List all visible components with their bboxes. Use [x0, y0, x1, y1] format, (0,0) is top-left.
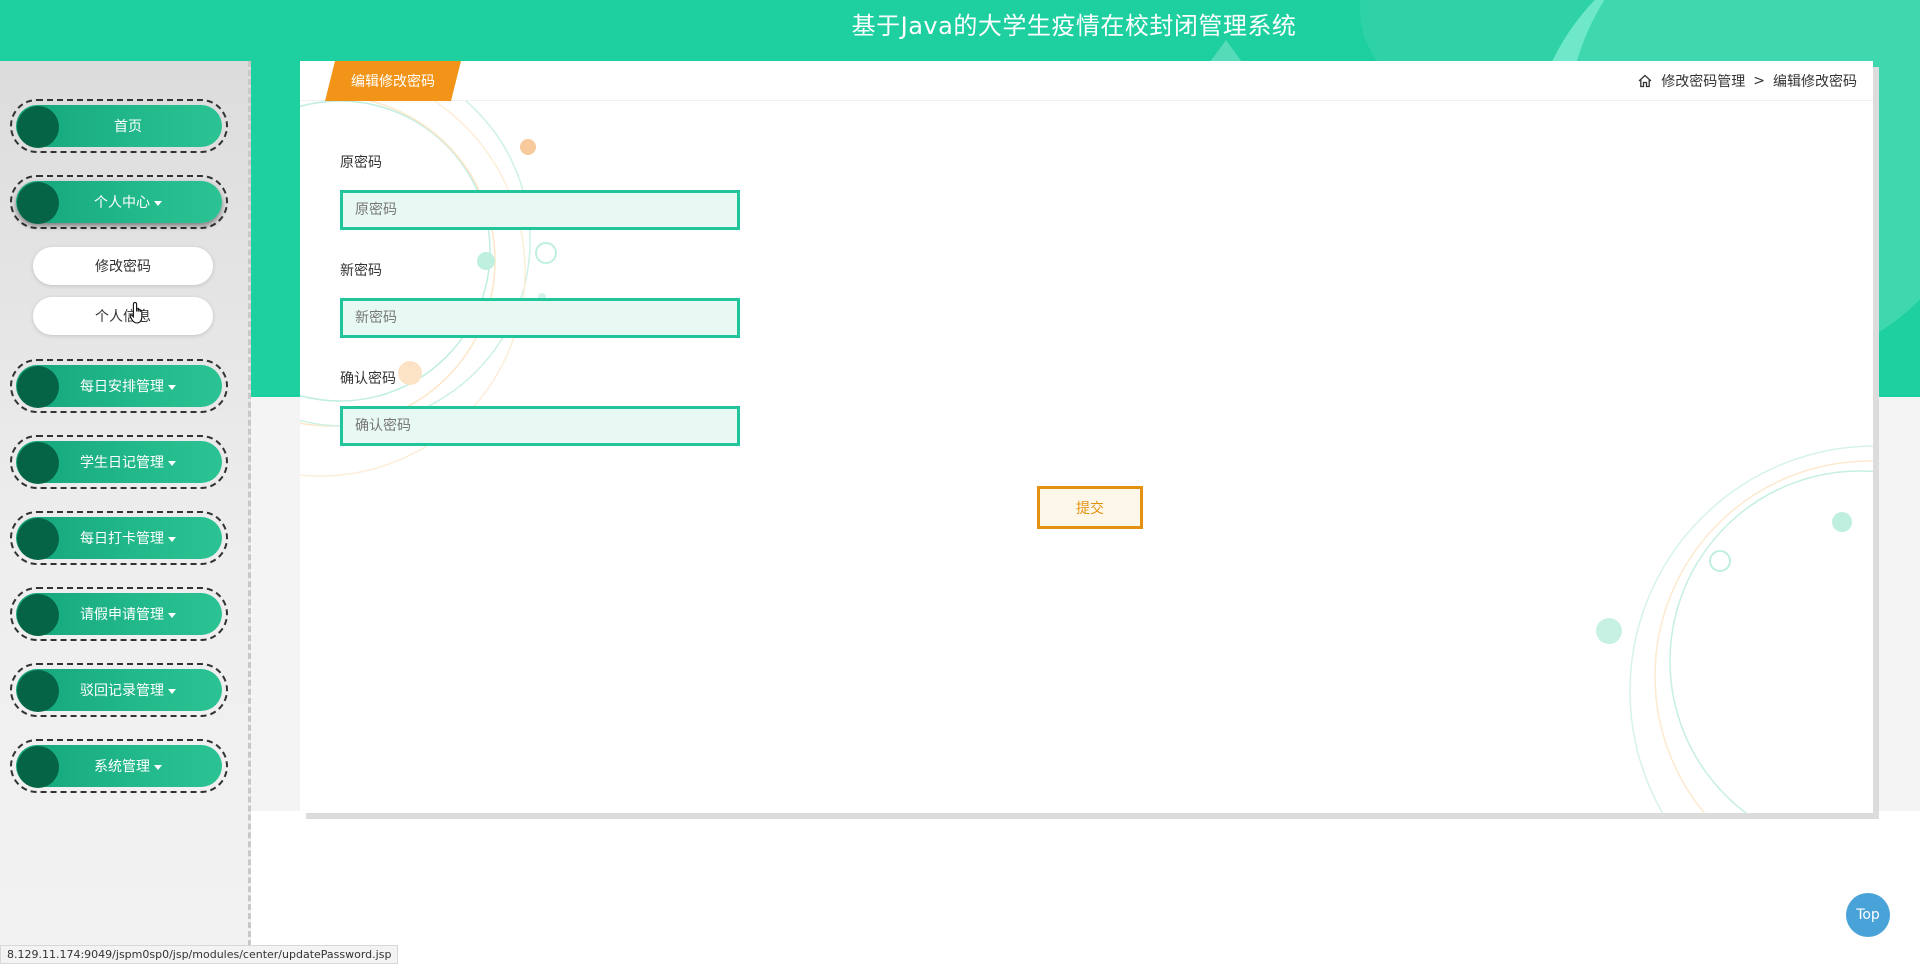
old-password-input[interactable]: [340, 190, 740, 230]
breadcrumb: 修改密码管理 > 编辑修改密码: [1637, 71, 1857, 91]
hand-cursor-icon: [129, 301, 143, 324]
sidebar-item-label: 个人中心: [94, 195, 150, 211]
home-icon[interactable]: [1637, 73, 1653, 89]
menu-dot-icon: [17, 670, 59, 712]
caret-down-icon: [168, 612, 176, 618]
card-tabbar: 编辑修改密码 修改密码管理 > 编辑修改密码: [300, 61, 1873, 101]
confirm-password-input[interactable]: [340, 406, 740, 446]
breadcrumb-current: 编辑修改密码: [1773, 74, 1857, 90]
sidebar-item-student-diary[interactable]: 学生日记管理: [10, 435, 228, 489]
menu-dot-icon: [17, 106, 59, 148]
caret-down-icon: [168, 460, 176, 466]
sidebar-item-system-management[interactable]: 系统管理: [10, 739, 228, 793]
sidebar-item-label: 请假申请管理: [80, 607, 164, 623]
menu-dot-icon: [17, 442, 59, 484]
status-bar-url: 8.129.11.174:9049/jspm0sp0/jsp/modules/c…: [0, 945, 399, 964]
new-password-label: 新密码: [340, 263, 382, 279]
sidebar-item-label: 系统管理: [94, 759, 150, 775]
new-password-input[interactable]: [340, 298, 740, 338]
sidebar-item-rejection-records[interactable]: 驳回记录管理: [10, 663, 228, 717]
menu-dot-icon: [17, 366, 59, 408]
content-card: 编辑修改密码 修改密码管理 > 编辑修改密码 原密码 新密码 确认密码 提交: [300, 61, 1873, 813]
sidebar-item-personal-center[interactable]: 个人中心: [10, 175, 228, 229]
tab-edit-password[interactable]: 编辑修改密码: [325, 61, 461, 101]
caret-down-icon: [154, 200, 162, 206]
sidebar-item-label: 每日打卡管理: [80, 531, 164, 547]
caret-down-icon: [168, 536, 176, 542]
header-decoration-triangle: [1210, 40, 1242, 61]
menu-dot-icon: [17, 594, 59, 636]
sidebar-subitem-change-password[interactable]: 修改密码: [33, 247, 213, 285]
back-to-top-button[interactable]: Top: [1846, 893, 1890, 937]
sidebar-subitem-personal-info[interactable]: 个人信息: [33, 297, 213, 335]
menu-dot-icon: [17, 518, 59, 560]
sidebar-item-daily-schedule[interactable]: 每日安排管理: [10, 359, 228, 413]
sidebar-item-leave-request[interactable]: 请假申请管理: [10, 587, 228, 641]
confirm-password-label: 确认密码: [340, 371, 396, 387]
caret-down-icon: [154, 764, 162, 770]
menu-dot-icon: [17, 182, 59, 224]
sidebar-item-label: 驳回记录管理: [80, 683, 164, 699]
menu-dot-icon: [17, 746, 59, 788]
breadcrumb-parent[interactable]: 修改密码管理: [1661, 71, 1745, 91]
old-password-label: 原密码: [340, 155, 382, 171]
sidebar-item-home[interactable]: 首页: [10, 99, 228, 153]
sidebar-item-daily-checkin[interactable]: 每日打卡管理: [10, 511, 228, 565]
caret-down-icon: [168, 688, 176, 694]
sidebar: 首页 个人中心 修改密码 个人信息 每日安排管理 学生日记管理 每日打卡管理 请…: [0, 61, 251, 964]
caret-down-icon: [168, 384, 176, 390]
sidebar-item-label: 学生日记管理: [80, 455, 164, 471]
breadcrumb-separator: >: [1753, 73, 1765, 89]
submit-button[interactable]: 提交: [1037, 486, 1143, 529]
sidebar-item-label: 每日安排管理: [80, 379, 164, 395]
sidebar-item-label: 首页: [114, 119, 142, 135]
